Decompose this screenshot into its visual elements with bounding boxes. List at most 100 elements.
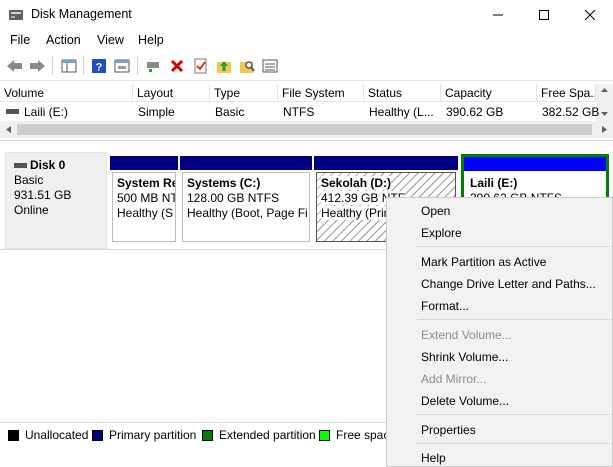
menu-item-delete-volume[interactable]: Delete Volume... <box>421 394 509 408</box>
volume-list-header: Volume Layout Type File System Status Ca… <box>0 84 613 102</box>
close-icon <box>585 10 595 20</box>
partition-detail: 500 MB NT <box>117 191 176 205</box>
forward-arrow-icon <box>30 60 45 72</box>
console-tree-button[interactable] <box>59 56 79 76</box>
volume-list-horizontal-scrollbar[interactable] <box>0 121 613 138</box>
legend-item-extended: Extended partition <box>202 428 316 442</box>
partition-body: System Re 500 MB NT Healthy (S <box>112 172 176 242</box>
partition-name: System Re <box>117 176 176 190</box>
partition-bar <box>110 156 178 170</box>
back-button[interactable] <box>5 56 25 76</box>
svg-text:?: ? <box>96 62 103 74</box>
partition-status: Healthy (Boot, Page Fi <box>187 206 308 220</box>
cell-free-space: 382.52 GB <box>542 105 600 119</box>
cell-type: Basic <box>215 105 245 119</box>
menu-view[interactable]: View <box>97 33 124 47</box>
menu-item-open[interactable]: Open <box>421 204 450 218</box>
toolbar: ? <box>0 51 613 81</box>
menu-item-properties[interactable]: Properties <box>421 423 476 437</box>
legend-label: Extended partition <box>219 428 316 442</box>
menu-item-extend-volume: Extend Volume... <box>421 328 512 342</box>
disk-state: Online <box>14 203 49 217</box>
legend-label: Free spac <box>336 428 390 442</box>
search-folder-icon <box>240 61 255 73</box>
partition-bar <box>180 156 312 170</box>
scrollbar-thumb[interactable] <box>17 124 592 135</box>
menu-item-explore[interactable]: Explore <box>421 226 462 240</box>
column-header-capacity[interactable]: Capacity <box>441 84 537 102</box>
column-header-free-space[interactable]: Free Spa... <box>537 84 596 102</box>
drive-icon <box>6 109 19 114</box>
minimize-button[interactable] <box>475 0 521 30</box>
menu-item-add-mirror: Add Mirror... <box>421 372 487 386</box>
menu-item-format[interactable]: Format... <box>421 299 469 313</box>
menu-separator <box>417 443 611 444</box>
search-folder-button[interactable] <box>237 56 257 76</box>
disk-info-panel[interactable]: Disk 0 Basic 931.51 GB Online <box>5 152 107 249</box>
cell-capacity: 390.62 GB <box>446 105 504 119</box>
menu-separator <box>417 246 611 247</box>
folder-up-button[interactable] <box>214 56 234 76</box>
legend-label: Primary partition <box>109 428 197 442</box>
column-header-layout[interactable]: Layout <box>133 84 210 102</box>
legend-swatch <box>319 429 330 441</box>
partition-name: Systems (C:) <box>187 176 261 190</box>
cell-status: Healthy (L... <box>369 105 434 119</box>
connect-drive-button[interactable] <box>143 56 163 76</box>
toolbar-separator <box>52 57 53 75</box>
maximize-button[interactable] <box>521 0 567 30</box>
menu-action[interactable]: Action <box>46 33 81 47</box>
title-bar: Disk Management <box>0 0 613 30</box>
list-view-button[interactable] <box>260 56 280 76</box>
partition-detail: 128.00 GB NTFS <box>187 191 280 205</box>
partition-status: Healthy (Prin <box>321 206 391 220</box>
connect-drive-icon <box>147 62 159 72</box>
menu-bar: File Action View Help <box>0 30 613 51</box>
window-title: Disk Management <box>31 7 132 21</box>
menu-item-mark-active[interactable]: Mark Partition as Active <box>421 255 546 269</box>
partition-bar <box>464 157 606 171</box>
help-icon: ? <box>92 59 106 74</box>
legend-item-unallocated: Unallocated <box>8 428 88 442</box>
legend-swatch <box>202 429 213 441</box>
menu-item-change-drive-letter[interactable]: Change Drive Letter and Paths... <box>421 277 596 291</box>
properties-button[interactable] <box>112 56 132 76</box>
legend-swatch <box>92 429 103 441</box>
properties-icon <box>114 59 130 73</box>
folder-up-icon <box>217 61 231 73</box>
disk-management-app-icon <box>8 7 24 23</box>
table-row[interactable]: Laili (E:) Simple Basic NTFS Healthy (L.… <box>0 103 600 121</box>
cell-volume: Laili (E:) <box>24 105 69 119</box>
column-header-volume[interactable]: Volume <box>0 84 133 102</box>
disk-size: 931.51 GB <box>14 188 72 202</box>
partition-systems-c[interactable]: Systems (C:) 128.00 GB NTFS Healthy (Boo… <box>180 156 312 244</box>
partition-context-menu: Open Explore Mark Partition as Active Ch… <box>386 197 613 467</box>
column-header-status[interactable]: Status <box>364 84 441 102</box>
column-header-file-system[interactable]: File System <box>278 84 364 102</box>
legend-label: Unallocated <box>25 428 89 442</box>
menu-item-help[interactable]: Help <box>421 451 446 465</box>
legend-swatch <box>8 429 19 441</box>
maximize-icon <box>539 10 549 20</box>
check-button[interactable] <box>191 56 211 76</box>
disk-icon <box>14 163 27 169</box>
column-header-type[interactable]: Type <box>210 84 278 102</box>
partition-status: Healthy (S <box>117 206 174 220</box>
menu-item-shrink-volume[interactable]: Shrink Volume... <box>421 350 508 364</box>
cell-file-system: NTFS <box>283 105 315 119</box>
partition-name: Sekolah (D:) <box>321 176 392 190</box>
help-button[interactable]: ? <box>89 56 109 76</box>
close-button[interactable] <box>567 0 613 30</box>
delete-icon <box>170 59 184 73</box>
scroll-right-icon <box>602 126 607 133</box>
delete-button[interactable] <box>167 56 187 76</box>
forward-button[interactable] <box>27 56 47 76</box>
cell-layout: Simple <box>138 105 175 119</box>
list-icon <box>262 59 278 73</box>
disk-name: Disk 0 <box>30 158 66 172</box>
menu-help[interactable]: Help <box>138 33 164 47</box>
check-icon <box>194 58 207 74</box>
toolbar-separator <box>137 57 138 75</box>
partition-system-reserved[interactable]: System Re 500 MB NT Healthy (S <box>110 156 178 244</box>
menu-file[interactable]: File <box>10 33 30 47</box>
